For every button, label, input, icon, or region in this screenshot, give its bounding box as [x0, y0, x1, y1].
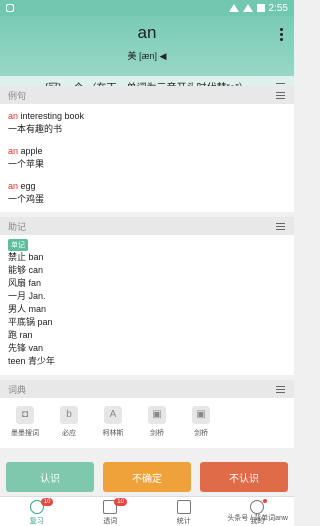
wifi-icon: [228, 4, 239, 12]
dictionary-momo[interactable]: ◘ 墨墨搜词: [8, 406, 42, 438]
watermark: 头条号 / 背单词anw: [227, 515, 288, 522]
momo-icon: ◘: [16, 406, 34, 424]
examples-section-header: 例句: [0, 86, 294, 104]
memory-line: 能够 can: [8, 265, 44, 275]
cambridge-icon: ▣: [192, 406, 210, 424]
memory-line: teen 青少年: [8, 356, 56, 366]
chart-icon: [176, 500, 191, 514]
status-time: 2:55: [268, 2, 288, 14]
review-badge: 10: [40, 498, 54, 506]
memory-line: 禁止 ban: [8, 252, 44, 262]
bing-icon: b: [60, 406, 78, 424]
unknown-button[interactable]: 不认识: [200, 462, 288, 492]
dictionary-panel: ◘ 墨墨搜词 b 必应 A 柯林斯 ▣ 剑桥 ▣ 剑桥: [0, 398, 294, 448]
words-badge: 10: [114, 498, 127, 506]
phonetic[interactable]: 美 [æn] ◀: [0, 49, 294, 62]
tab-stats[interactable]: 统计: [147, 497, 221, 526]
tab-review[interactable]: 10 复习: [0, 497, 74, 526]
collins-icon: A: [104, 406, 122, 424]
example-item: an apple 一个苹果: [8, 146, 45, 169]
memory-panel: 单记 禁止 ban 能够 can 风扇 fan 一月 Jan. 男人 man 平…: [0, 235, 294, 375]
status-bar: 2:55: [0, 0, 294, 16]
dictionary-section-header: 词典: [0, 380, 294, 398]
dictionary-cambridge-2[interactable]: ▣ 剑桥: [184, 406, 218, 438]
user-icon: [250, 500, 265, 514]
signal-icon: [242, 4, 253, 12]
cambridge-icon: ▣: [148, 406, 166, 424]
know-button[interactable]: 认识: [6, 462, 94, 492]
notification-dot: [263, 499, 268, 503]
examples-panel: an interesting book 一本有趣的书 an apple 一个苹果…: [0, 104, 294, 212]
memory-line: 先锋 van: [8, 343, 44, 353]
memory-section-header: 助记: [0, 217, 294, 235]
example-item: an interesting book 一本有趣的书: [8, 111, 85, 134]
memory-line: 风扇 fan: [8, 278, 42, 288]
memory-line: 平底锅 pan: [8, 317, 53, 327]
menu-icon[interactable]: [276, 386, 285, 395]
dictionary-collins[interactable]: A 柯林斯: [96, 406, 130, 438]
tab-words[interactable]: 10 透词: [74, 497, 148, 526]
battery-icon: [256, 4, 265, 12]
word-header: an 美 [æn] ◀ [冠] 一个 （在下一单词为元音开头时代替“a”）: [0, 16, 294, 96]
menu-icon[interactable]: [276, 92, 285, 101]
memory-line: 男人 man: [8, 304, 47, 314]
speaker-icon[interactable]: ◀: [160, 51, 167, 61]
example-item: an egg 一个鸡蛋: [8, 181, 45, 204]
answer-buttons: 认识 不确定 不认识: [0, 462, 294, 492]
memory-tag: 单记: [8, 239, 28, 251]
bottom-tab-bar: 10 复习 10 透词 统计 我的 头条号 / 背单词anw: [0, 496, 294, 526]
menu-icon[interactable]: [276, 223, 285, 232]
notification-icon: [6, 4, 14, 12]
more-options-icon[interactable]: [280, 28, 284, 43]
unsure-button[interactable]: 不确定: [103, 462, 191, 492]
memory-line: 一月 Jan.: [8, 291, 46, 301]
memory-line: 跑 ran: [8, 330, 33, 340]
dictionary-cambridge[interactable]: ▣ 剑桥: [140, 406, 174, 438]
dictionary-bing[interactable]: b 必应: [52, 406, 86, 438]
word-title: an: [137, 23, 157, 42]
